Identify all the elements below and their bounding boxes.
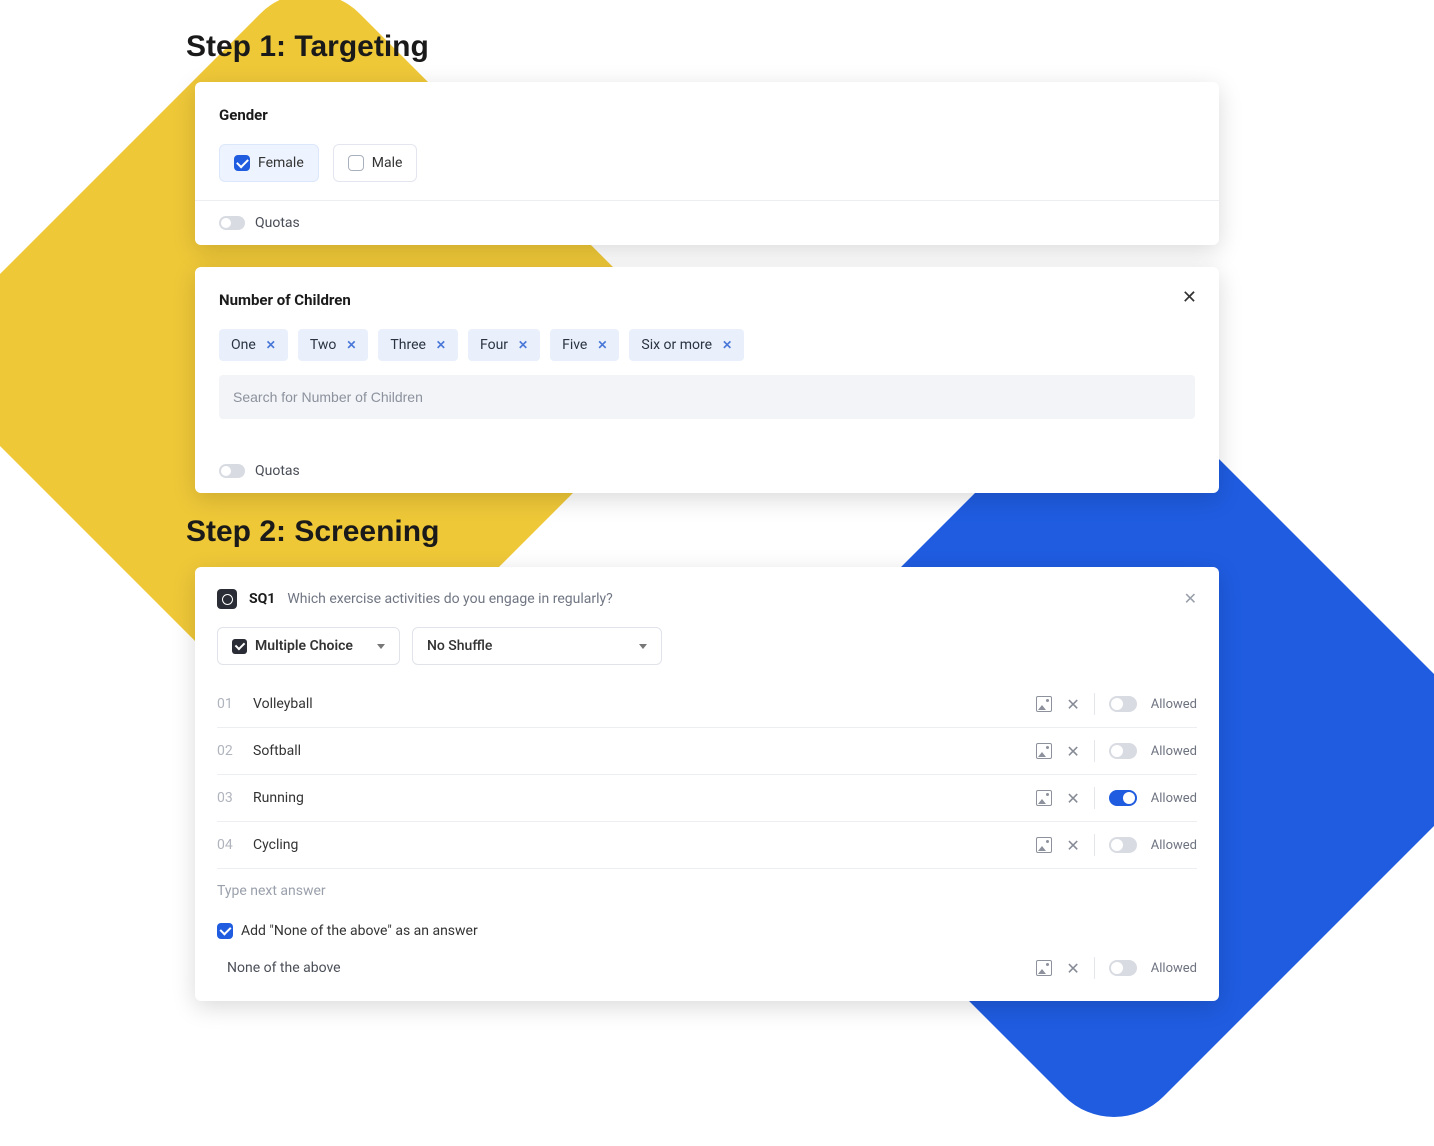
gender-option-label: Male	[372, 155, 403, 171]
question-id: SQ1	[249, 591, 275, 607]
gender-quotas-row: Quotas	[195, 200, 1219, 245]
remove-icon[interactable]: ✕	[1066, 789, 1079, 808]
shuffle-select[interactable]: No Shuffle	[412, 627, 662, 665]
step1-heading: Step 1: Targeting	[186, 30, 1434, 64]
children-quotas-row: Quotas	[219, 449, 1195, 493]
chip-remove-icon[interactable]: ✕	[346, 338, 356, 352]
answer-text[interactable]: Cycling	[253, 837, 1022, 853]
quotas-label: Quotas	[255, 215, 300, 231]
answer-row: 01 Volleyball ✕ Allowed	[217, 681, 1197, 728]
answer-text[interactable]: Softball	[253, 743, 1022, 759]
answer-row: 03 Running ✕ Allowed	[217, 775, 1197, 822]
answer-row: 04 Cycling ✕ Allowed	[217, 822, 1197, 869]
quotas-label: Quotas	[255, 463, 300, 479]
allowed-label: Allowed	[1151, 744, 1197, 759]
chip-remove-icon[interactable]: ✕	[266, 338, 276, 352]
nota-text: None of the above	[227, 960, 1022, 976]
image-icon[interactable]	[1036, 837, 1052, 853]
add-nota-row[interactable]: Add "None of the above" as an answer	[217, 913, 1197, 947]
answer-row: 02 Softball ✕ Allowed	[217, 728, 1197, 775]
children-search-input[interactable]	[219, 375, 1195, 419]
gender-card: Gender Female Male Quotas	[195, 82, 1219, 245]
chip-six-or-more: Six or more✕	[629, 329, 744, 361]
gender-title: Gender	[219, 106, 1195, 124]
answer-text[interactable]: Volleyball	[253, 696, 1022, 712]
chevron-down-icon	[377, 644, 385, 649]
answer-number: 02	[217, 743, 239, 759]
answer-number: 01	[217, 696, 239, 712]
question-text: Which exercise activities do you engage …	[287, 591, 612, 607]
close-icon[interactable]: ✕	[1184, 589, 1197, 608]
checkbox-icon	[348, 155, 364, 171]
question-type-label: Multiple Choice	[255, 638, 353, 654]
image-icon[interactable]	[1036, 743, 1052, 759]
allowed-toggle[interactable]	[1109, 837, 1137, 853]
remove-icon[interactable]: ✕	[1066, 742, 1079, 761]
allowed-toggle[interactable]	[1109, 696, 1137, 712]
gender-option-label: Female	[258, 155, 304, 171]
answer-number: 03	[217, 790, 239, 806]
radio-question-icon	[217, 589, 237, 609]
divider	[1094, 834, 1095, 856]
quotas-toggle[interactable]	[219, 464, 245, 478]
checkbox-icon	[217, 923, 233, 939]
remove-icon[interactable]: ✕	[1066, 695, 1079, 714]
gender-option-male[interactable]: Male	[333, 144, 418, 182]
divider	[1094, 693, 1095, 715]
question-config-row: Multiple Choice No Shuffle	[217, 627, 1197, 665]
chip-one: One✕	[219, 329, 288, 361]
type-next-answer-input[interactable]: Type next answer	[217, 869, 1197, 913]
allowed-label: Allowed	[1151, 791, 1197, 806]
image-icon[interactable]	[1036, 696, 1052, 712]
quotas-toggle[interactable]	[219, 216, 245, 230]
allowed-toggle[interactable]	[1109, 790, 1137, 806]
chip-remove-icon[interactable]: ✕	[436, 338, 446, 352]
question-header: SQ1 Which exercise activities do you eng…	[217, 589, 1197, 609]
image-icon[interactable]	[1036, 790, 1052, 806]
nota-answer-row: None of the above ✕ Allowed	[217, 947, 1197, 993]
children-title: Number of Children	[219, 291, 1195, 309]
allowed-label: Allowed	[1151, 838, 1197, 853]
divider	[1094, 787, 1095, 809]
chip-remove-icon[interactable]: ✕	[722, 338, 732, 352]
chip-five: Five✕	[550, 329, 619, 361]
chip-three: Three✕	[378, 329, 458, 361]
divider	[1094, 740, 1095, 762]
question-type-select[interactable]: Multiple Choice	[217, 627, 400, 665]
answer-text[interactable]: Running	[253, 790, 1022, 806]
allowed-label: Allowed	[1151, 961, 1197, 976]
allowed-toggle[interactable]	[1109, 743, 1137, 759]
screening-card: ✕ SQ1 Which exercise activities do you e…	[195, 567, 1219, 1001]
remove-icon[interactable]: ✕	[1066, 836, 1079, 855]
shuffle-label: No Shuffle	[427, 638, 492, 654]
chip-remove-icon[interactable]: ✕	[597, 338, 607, 352]
gender-option-female[interactable]: Female	[219, 144, 319, 182]
allowed-label: Allowed	[1151, 697, 1197, 712]
gender-options-row: Female Male	[219, 144, 1195, 182]
step2-heading: Step 2: Screening	[186, 515, 1434, 549]
multiple-choice-icon	[232, 639, 247, 654]
children-card: ✕ Number of Children One✕ Two✕ Three✕ Fo…	[195, 267, 1219, 493]
chevron-down-icon	[639, 644, 647, 649]
close-icon[interactable]: ✕	[1182, 289, 1197, 307]
chip-two: Two✕	[298, 329, 369, 361]
checkbox-icon	[234, 155, 250, 171]
chip-remove-icon[interactable]: ✕	[518, 338, 528, 352]
children-chips-row: One✕ Two✕ Three✕ Four✕ Five✕ Six or more…	[219, 329, 1195, 361]
answer-number: 04	[217, 837, 239, 853]
remove-icon[interactable]: ✕	[1066, 959, 1079, 978]
divider	[1094, 957, 1095, 979]
add-nota-label: Add "None of the above" as an answer	[241, 923, 478, 939]
chip-four: Four✕	[468, 329, 540, 361]
image-icon[interactable]	[1036, 960, 1052, 976]
allowed-toggle[interactable]	[1109, 960, 1137, 976]
